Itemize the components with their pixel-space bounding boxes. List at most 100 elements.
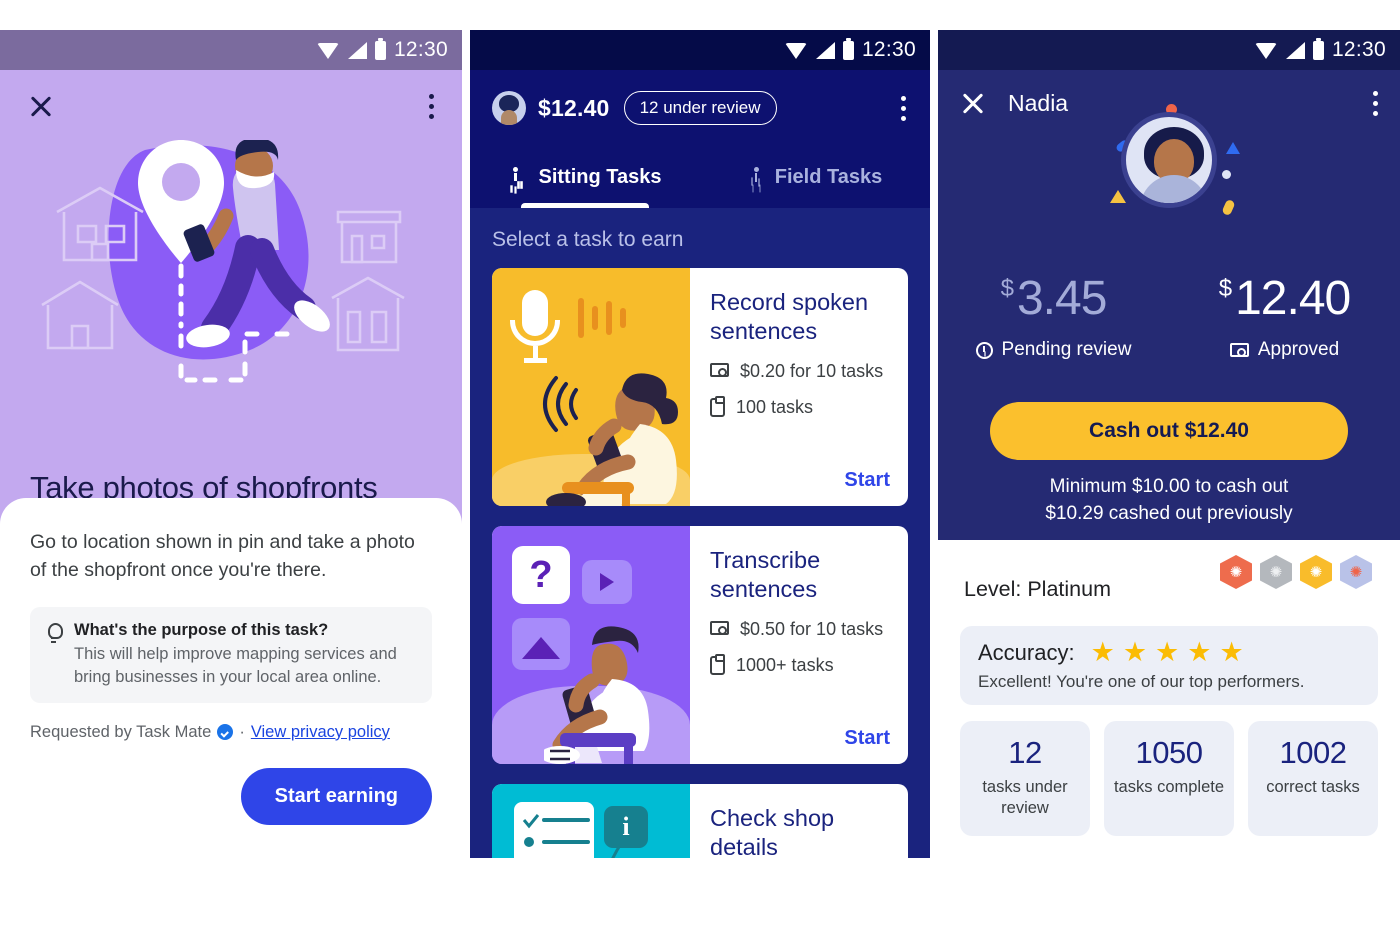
- status-bar: 12:30: [938, 30, 1400, 70]
- battery-icon: [842, 37, 854, 60]
- money-icon: [710, 620, 729, 635]
- signal-icon: [1285, 41, 1305, 59]
- media-boxes-illustration: ?: [492, 526, 690, 764]
- profile-stats-card: Level: Platinum ✺ ✺ ✺ ✺ Accuracy: ★ ★ ★ …: [938, 540, 1400, 858]
- pending-amount-row: $3.45: [938, 275, 1169, 323]
- purpose-note: What's the purpose of this task? This wi…: [30, 606, 432, 703]
- privacy-policy-link[interactable]: View privacy policy: [251, 723, 390, 742]
- stat-value: 1050: [1135, 735, 1203, 770]
- stats-row: 12 tasks under review 1050 tasks complet…: [938, 705, 1400, 836]
- star-icon: ★: [1187, 637, 1212, 667]
- stat-label: correct tasks: [1266, 778, 1360, 796]
- task-card-check-shop[interactable]: i Check shop details: [492, 784, 908, 858]
- tab-field-tasks[interactable]: Field Tasks: [700, 146, 930, 208]
- level-label: Level: Platinum: [964, 576, 1111, 601]
- earnings-summary: $3.45 Pending review $12.40 Approved: [938, 275, 1400, 361]
- accuracy-note: Excellent! You're one of our top perform…: [978, 672, 1305, 691]
- task-card-info: Check shop details: [690, 784, 908, 858]
- pending-column: $3.45 Pending review: [938, 275, 1169, 361]
- user-avatar-large: [1121, 112, 1217, 208]
- approved-label: Approved: [1257, 339, 1340, 360]
- stat-label: tasks complete: [1113, 778, 1225, 796]
- balance-amount: $12.40: [538, 94, 610, 121]
- accuracy-row: Accuracy: ★ ★ ★ ★ ★: [978, 639, 1360, 666]
- approved-label-row: Approved: [1169, 339, 1400, 361]
- tab-sitting-tasks[interactable]: Sitting Tasks: [470, 146, 700, 208]
- start-earning-button[interactable]: Start earning: [240, 768, 432, 825]
- task-card-transcribe[interactable]: ? Transcribe sentences $0.50 for 10 task…: [492, 526, 908, 764]
- task-detail-card: Go to location shown in pin and take a p…: [0, 498, 462, 858]
- task-card-title: Check shop details: [710, 805, 835, 858]
- accuracy-label: Accuracy:: [978, 639, 1075, 665]
- task-card-pay: $0.20 for 10 tasks: [710, 360, 890, 383]
- lightbulb-icon: [46, 622, 63, 645]
- star-icon: ★: [1155, 637, 1180, 667]
- under-review-pill[interactable]: 12 under review: [623, 91, 777, 125]
- stat-value: 1002: [1279, 735, 1347, 770]
- screenshot-stage: 12:30 Take photos of shopfronts Go to lo…: [0, 0, 1400, 932]
- checklist-illustration: i: [492, 784, 690, 858]
- verified-badge-icon: [217, 724, 234, 741]
- clipboard-icon: [710, 396, 725, 418]
- clock-time: 12:30: [1331, 38, 1386, 61]
- stat-correct: 1002 correct tasks: [1248, 721, 1378, 836]
- battery-icon: [374, 37, 386, 60]
- shopfront-illustration: [41, 140, 405, 383]
- medals-group: ✺ ✺ ✺ ✺: [1220, 555, 1374, 589]
- cash-out-notes: Minimum $10.00 to cash out $10.29 cashed…: [938, 474, 1400, 527]
- accuracy-stars: ★ ★ ★ ★ ★: [1091, 639, 1244, 666]
- platinum-medal-icon: ✺: [1340, 555, 1374, 589]
- phone-panel-profile: 12:30 Nadia $3.45 Pending review $12.40 …: [938, 30, 1400, 858]
- task-card-pay-label: $0.50 for 10 tasks: [740, 618, 884, 639]
- signal-icon: [347, 41, 367, 59]
- star-icon: ★: [1090, 637, 1115, 667]
- close-icon[interactable]: [28, 93, 54, 119]
- start-link[interactable]: Start: [844, 469, 890, 492]
- task-list-body: Select a task to earn Record spoken sent…: [470, 208, 930, 858]
- status-bar: 12:30: [0, 30, 462, 70]
- task-list-subheading: Select a task to earn: [492, 228, 684, 251]
- approved-amount: 12.40: [1235, 272, 1351, 325]
- confetti-dot-white: [1222, 170, 1231, 179]
- clock-time: 12:30: [393, 38, 448, 61]
- stat-value: 12: [1008, 735, 1042, 770]
- more-vert-icon[interactable]: [429, 93, 434, 119]
- sitting-person-icon: [509, 167, 528, 187]
- start-link[interactable]: Start: [844, 727, 890, 750]
- bronze-medal-icon: ✺: [1220, 555, 1254, 589]
- gold-medal-icon: ✺: [1300, 555, 1334, 589]
- task-card-pay: $0.50 for 10 tasks: [710, 618, 890, 641]
- task-card-info: Transcribe sentences $0.50 for 10 tasks …: [690, 526, 908, 764]
- stat-complete: 1050 tasks complete: [1104, 721, 1234, 836]
- previous-cashout-note: $10.29 cashed out previously: [1045, 502, 1293, 524]
- task-card-count-label: 100 tasks: [736, 397, 814, 418]
- clock-time: 12:30: [861, 38, 916, 61]
- signal-icon: [815, 41, 835, 59]
- phone-panel-task-detail: 12:30 Take photos of shopfronts Go to lo…: [0, 30, 462, 858]
- star-icon: ★: [1219, 637, 1244, 667]
- wifi-icon: [316, 42, 340, 59]
- pending-label: Pending review: [1001, 339, 1132, 360]
- cash-out-button[interactable]: Cash out $12.40: [990, 402, 1348, 460]
- separator-dot: ·: [239, 722, 245, 741]
- task-card-title: Record spoken sentences: [710, 289, 869, 345]
- currency-symbol: $: [1000, 275, 1014, 302]
- battery-icon: [1312, 37, 1324, 60]
- approved-amount-row: $12.40: [1169, 275, 1400, 323]
- user-avatar[interactable]: [492, 91, 526, 125]
- clipboard-icon: [710, 654, 725, 676]
- level-row: Level: Platinum ✺ ✺ ✺ ✺: [938, 555, 1400, 616]
- task-card-record-spoken[interactable]: Record spoken sentences $0.20 for 10 tas…: [492, 268, 908, 506]
- stat-label: tasks under review: [982, 778, 1068, 818]
- more-vert-icon[interactable]: [901, 95, 906, 121]
- pending-label-row: Pending review: [938, 339, 1169, 361]
- wifi-icon: [1254, 42, 1278, 59]
- wifi-icon: [784, 42, 808, 59]
- stat-under-review: 12 tasks under review: [960, 721, 1090, 836]
- task-list-header: $12.40 12 under review Sitting Tasks Fie…: [470, 70, 930, 208]
- minimum-note: Minimum $10.00 to cash out: [1049, 476, 1289, 497]
- task-card-count-label: 1000+ tasks: [736, 655, 834, 676]
- star-icon: ★: [1122, 637, 1148, 667]
- confetti-triangle-blue: [1226, 142, 1240, 154]
- clock-icon: [975, 341, 993, 359]
